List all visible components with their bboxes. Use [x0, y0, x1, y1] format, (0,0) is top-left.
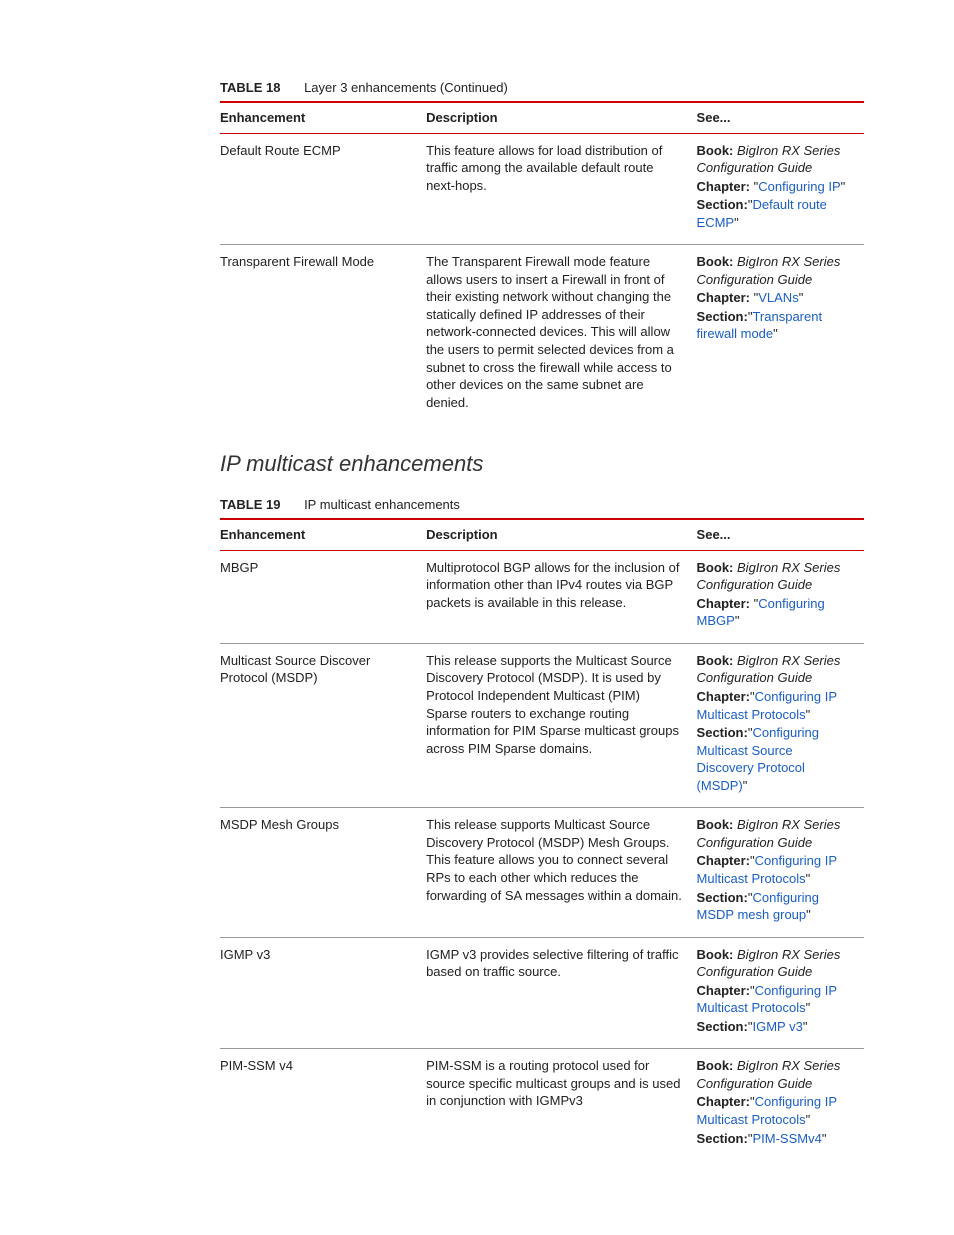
table-row: Multicast Source Discover Protocol (MSDP… — [220, 643, 864, 807]
description-cell: PIM-SSM is a routing protocol used for s… — [426, 1049, 696, 1160]
table-row: PIM-SSM v4 PIM-SSM is a routing protocol… — [220, 1049, 864, 1160]
description-cell: IGMP v3 provides selective filtering of … — [426, 937, 696, 1049]
see-cell: Book: BigIron RX Series Configuration Gu… — [697, 133, 864, 245]
see-cell: Book: BigIron RX Series Configuration Gu… — [697, 808, 864, 937]
table-row: MBGP Multiprotocol BGP allows for the in… — [220, 550, 864, 643]
table19-number: TABLE 19 — [220, 497, 280, 512]
enhancement-cell: IGMP v3 — [220, 937, 426, 1049]
section-heading: IP multicast enhancements — [220, 451, 864, 477]
see-cell: Book: BigIron RX Series Configuration Gu… — [697, 550, 864, 643]
description-cell: This release supports the Multicast Sour… — [426, 643, 696, 807]
table19-h2: Description — [426, 519, 696, 550]
see-cell: Book: BigIron RX Series Configuration Gu… — [697, 245, 864, 423]
table19: Enhancement Description See... MBGP Mult… — [220, 518, 864, 1160]
description-cell: This release supports Multicast Source D… — [426, 808, 696, 937]
description-cell: The Transparent Firewall mode feature al… — [426, 245, 696, 423]
table18-h1: Enhancement — [220, 102, 426, 133]
enhancement-cell: Transparent Firewall Mode — [220, 245, 426, 423]
chapter-link[interactable]: VLANs — [758, 290, 798, 305]
chapter-link[interactable]: Configuring IP — [758, 179, 840, 194]
see-cell: Book: BigIron RX Series Configuration Gu… — [697, 1049, 864, 1160]
table-row: MSDP Mesh Groups This release supports M… — [220, 808, 864, 937]
table18-h3: See... — [697, 102, 864, 133]
table18-h2: Description — [426, 102, 696, 133]
table18: Enhancement Description See... Default R… — [220, 101, 864, 423]
table19-caption: TABLE 19 IP multicast enhancements — [220, 497, 864, 512]
table19-h1: Enhancement — [220, 519, 426, 550]
section-link[interactable]: PIM-SSMv4 — [752, 1131, 821, 1146]
enhancement-cell: MBGP — [220, 550, 426, 643]
see-cell: Book: BigIron RX Series Configuration Gu… — [697, 937, 864, 1049]
table18-title: Layer 3 enhancements (Continued) — [304, 80, 508, 95]
table-row: Transparent Firewall Mode The Transparen… — [220, 245, 864, 423]
enhancement-cell: Default Route ECMP — [220, 133, 426, 245]
table-row: IGMP v3 IGMP v3 provides selective filte… — [220, 937, 864, 1049]
table18-header-row: Enhancement Description See... — [220, 102, 864, 133]
description-cell: This feature allows for load distributio… — [426, 133, 696, 245]
enhancement-cell: MSDP Mesh Groups — [220, 808, 426, 937]
enhancement-cell: PIM-SSM v4 — [220, 1049, 426, 1160]
section-link[interactable]: IGMP v3 — [752, 1019, 802, 1034]
enhancement-cell: Multicast Source Discover Protocol (MSDP… — [220, 643, 426, 807]
table-row: Default Route ECMP This feature allows f… — [220, 133, 864, 245]
description-cell: Multiprotocol BGP allows for the inclusi… — [426, 550, 696, 643]
table19-title: IP multicast enhancements — [304, 497, 460, 512]
table18-caption: TABLE 18 Layer 3 enhancements (Continued… — [220, 80, 864, 95]
table18-number: TABLE 18 — [220, 80, 280, 95]
see-cell: Book: BigIron RX Series Configuration Gu… — [697, 643, 864, 807]
table19-h3: See... — [697, 519, 864, 550]
table19-header-row: Enhancement Description See... — [220, 519, 864, 550]
